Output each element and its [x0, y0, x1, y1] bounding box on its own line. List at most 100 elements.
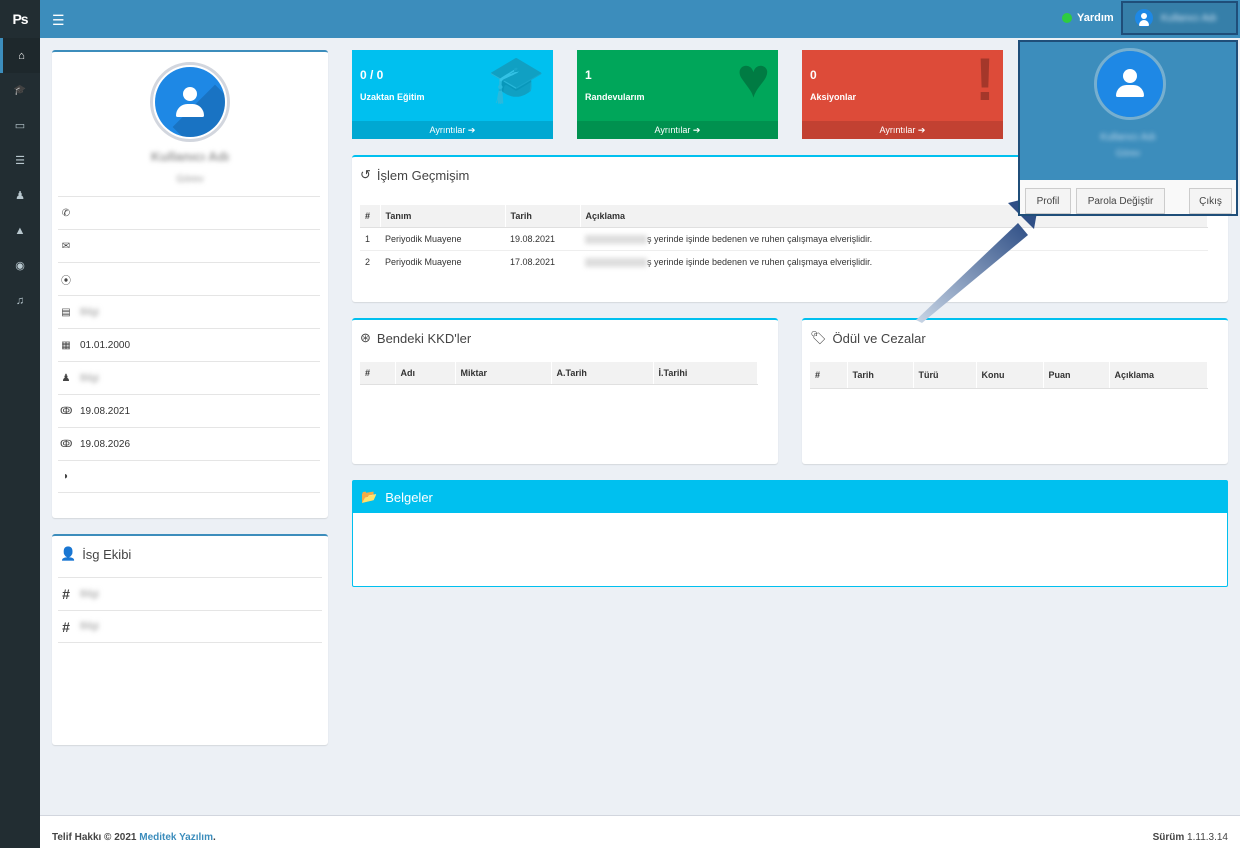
help-label: Yardım	[1077, 12, 1114, 24]
column-header: Tarih	[505, 205, 581, 228]
kkd-card: ⊛ Bendeki KKD'ler # Adı Miktar A.Tarih İ…	[352, 318, 778, 464]
change-password-button[interactable]: Parola Değiştir	[1076, 188, 1165, 214]
user-name: Kullanıcı Adı	[1161, 12, 1217, 24]
info-row-birthdate: ▦ 01.01.2000	[58, 328, 320, 361]
menu-toggle-icon[interactable]: ☰	[52, 12, 65, 29]
column-header: Miktar	[455, 362, 552, 385]
hash-icon: #	[62, 586, 70, 602]
column-header: Açıklama	[1109, 362, 1208, 389]
target-icon: ◉	[15, 260, 25, 272]
user-menu-button[interactable]: Kullanıcı Adı	[1121, 1, 1238, 35]
company-link[interactable]: Meditek Yazılım	[139, 832, 213, 843]
sidebar-item-target[interactable]: ◉	[0, 248, 40, 283]
profile-button[interactable]: Profil	[1025, 188, 1071, 214]
list-icon: ☰	[15, 155, 25, 167]
sidebar-item-desktop[interactable]: ▭	[0, 108, 40, 143]
dropdown-footer: Profil Parola Değiştir Çıkış	[1020, 180, 1236, 214]
tile-details-link[interactable]: Ayrıntılar ➔	[352, 121, 553, 139]
profile-subtitle: Görev	[176, 174, 204, 185]
history-title: İşlem Geçmişim	[376, 167, 470, 183]
map-marker-icon: ⦿	[61, 275, 71, 287]
hash-icon: #	[62, 618, 70, 635]
help-link[interactable]: Yardım	[1062, 12, 1114, 24]
column-header: Konu	[976, 362, 1044, 389]
awards-table: # Tarih Türü Konu Puan Açıklama	[810, 362, 1208, 389]
isg-team-list: # Bilgi # Bilgi	[58, 577, 322, 643]
tile-value: 0	[810, 68, 817, 82]
user-avatar-icon	[1135, 9, 1153, 27]
profile-avatar	[150, 62, 230, 142]
sidebar-item-doctor[interactable]: ♟	[0, 178, 40, 213]
sidebar-item-education[interactable]: 🎓	[0, 73, 40, 108]
sidebar-item-home[interactable]: ⌂	[0, 38, 40, 73]
status-dot-icon	[1062, 13, 1072, 23]
column-header: #	[810, 362, 848, 389]
column-header: İ.Tarihi	[653, 362, 758, 385]
top-navbar: Ps ☰ Yardım Kullanıcı Adı	[0, 0, 1240, 38]
kkd-title: Bendeki KKD'ler	[376, 330, 472, 346]
app-logo[interactable]: Ps	[0, 0, 40, 38]
documents-card: 📂 Belgeler	[352, 480, 1228, 587]
redacted-text	[585, 258, 647, 268]
user-md-icon: ♟	[15, 190, 25, 202]
stethoscope-icon: ↂ	[60, 405, 73, 417]
kkd-header: ⊛ Bendeki KKD'ler	[352, 320, 778, 356]
desktop-icon: ▭	[14, 120, 26, 132]
info-row-phone: ✆	[58, 196, 320, 229]
table-header-row: # Adı Miktar A.Tarih İ.Tarihi	[360, 362, 758, 385]
table-header-row: # Tarih Türü Konu Puan Açıklama	[810, 362, 1208, 389]
column-header: A.Tarih	[551, 362, 654, 385]
graduation-cap-icon: 🎓	[13, 85, 27, 96]
isg-team-card: 👤 İsg Ekibi # Bilgi # Bilgi	[52, 534, 328, 745]
isg-team-header: 👤 İsg Ekibi	[52, 536, 328, 577]
user-icon: 👤	[60, 546, 77, 561]
building-icon: ▤	[61, 306, 71, 318]
tile-value: 0 / 0	[360, 68, 384, 82]
documents-header: 📂 Belgeler	[353, 481, 1227, 513]
awards-title: Ödül ve Cezalar	[832, 330, 926, 346]
heart-icon: ♥	[736, 50, 770, 109]
table-row[interactable]: 1 Periyodik Muayene 19.08.2021 ş yerinde…	[360, 226, 1208, 251]
tile-label: Aksiyonlar	[810, 92, 857, 102]
isg-member-row: # Bilgi	[58, 610, 322, 643]
profile-name: Kullanıcı Adı	[150, 149, 230, 164]
sidebar-item-notifications[interactable]: ♫	[0, 283, 40, 318]
documents-title: Belgeler	[385, 489, 433, 505]
isg-member-row: # Bilgi	[58, 577, 322, 610]
awards-header: 🏷 Ödül ve Cezalar	[802, 320, 1228, 356]
column-header: Adı	[395, 362, 456, 385]
version-text: Sürüm 1.11.3.14	[1152, 832, 1228, 843]
logout-button[interactable]: Çıkış	[1189, 188, 1232, 214]
tile-details-link[interactable]: Ayrıntılar ➔	[577, 121, 778, 139]
column-header: Tarih	[847, 362, 914, 389]
table-row[interactable]: 2 Periyodik Muayene 17.08.2021 ş yerinde…	[360, 250, 1208, 274]
tile-details-link[interactable]: Ayrıntılar ➔	[802, 121, 1003, 139]
sidebar-item-warning[interactable]: ▲	[0, 213, 40, 248]
awards-table-wrap: # Tarih Türü Konu Puan Açıklama	[810, 362, 1208, 389]
life-ring-icon: ⊛	[360, 330, 371, 345]
sidebar-item-list[interactable]: ☰	[0, 143, 40, 178]
tile-actions: 0 Aksiyonlar ! Ayrıntılar ➔	[802, 50, 1003, 139]
envelope-icon: ✉	[61, 240, 71, 252]
phone-icon: ✆	[61, 207, 71, 219]
dropdown-avatar	[1094, 48, 1166, 120]
bell-icon: ♫	[15, 294, 25, 307]
user-md-icon: ♟	[61, 372, 71, 384]
profile-info-list: ✆ ✉ ⦿ ▤ Bilgi ▦ 01.01.2000 ♟ Bilgi ↂ 19.08.2…	[58, 196, 320, 493]
kkd-table-wrap: # Adı Miktar A.Tarih İ.Tarihi	[360, 362, 758, 385]
tile-label: Uzaktan Eğitim	[360, 92, 425, 102]
tags-icon: 🏷	[810, 330, 827, 345]
info-row-shield: ◗	[58, 460, 320, 493]
info-row-email: ✉	[58, 229, 320, 262]
column-header: Türü	[913, 362, 977, 389]
redacted-text	[585, 235, 647, 245]
sidebar: ⌂ 🎓 ▭ ☰ ♟ ▲ ◉ ♫	[0, 38, 40, 848]
column-header: #	[360, 205, 381, 228]
folder-open-icon: 📂	[361, 489, 378, 504]
column-header: Puan	[1043, 362, 1110, 389]
warning-icon: ▲	[14, 224, 26, 237]
shield-icon: ◗	[62, 471, 70, 482]
column-header: Tanım	[380, 205, 506, 228]
history-icon: ↺	[360, 167, 371, 182]
user-dropdown-menu: Kullanıcı Adı Görev Profil Parola Değişt…	[1018, 40, 1238, 216]
